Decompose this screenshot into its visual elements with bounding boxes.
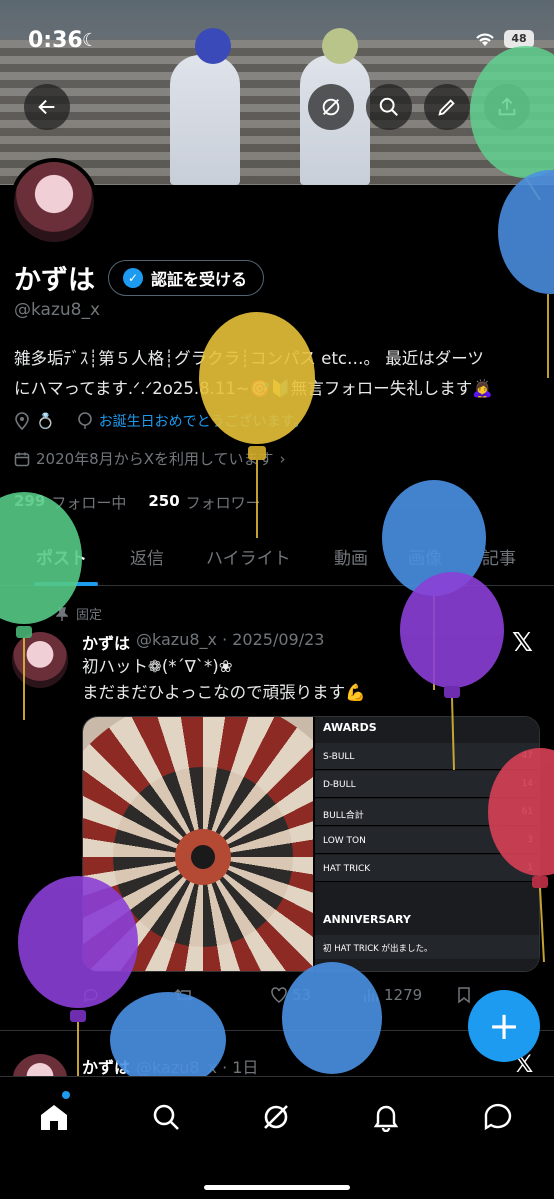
status-bar: 0:36 ☾ 48	[0, 0, 554, 82]
notification-dot	[62, 1091, 70, 1099]
plus-icon: +	[488, 1004, 520, 1048]
battery-indicator: 48	[504, 30, 534, 48]
tab-articles[interactable]: 記事	[482, 544, 516, 569]
bell-icon	[373, 1105, 399, 1132]
followers-count[interactable]: 250	[148, 492, 179, 513]
profile-tabs: ポスト 返信 ハイライト 動画 画像 記事	[0, 530, 554, 586]
location-pin-icon	[15, 412, 29, 430]
reply-button[interactable]	[82, 986, 100, 1004]
post-avatar[interactable]	[12, 632, 68, 688]
dartboard-photo	[83, 717, 313, 971]
profile-meta-location: 💍 お誕生日おめでとうございます。	[14, 411, 307, 431]
active-tab-indicator	[34, 582, 98, 586]
tab-highlights[interactable]: ハイライト	[206, 544, 291, 569]
profile-handle: @kazu8_x	[14, 300, 101, 320]
bookmark-button[interactable]	[456, 986, 472, 1004]
follow-counts: 299 フォロー中 250 フォロワー	[14, 492, 261, 513]
share-icon	[498, 97, 516, 116]
post-header: かずは @kazu8_x · 1日	[82, 1054, 258, 1078]
post-line-1: 初ハット❁(*´∇`*)❀	[82, 657, 233, 676]
nav-home[interactable]	[34, 1097, 74, 1137]
location-text: 💍	[36, 412, 55, 430]
tab-images[interactable]: 画像	[408, 544, 442, 569]
pinned-label: 固定	[56, 604, 102, 623]
status-time: 0:36	[28, 28, 83, 53]
chevron-right-icon: ›	[279, 449, 286, 468]
chat-bubble-icon	[484, 1103, 512, 1131]
pinned-text: 固定	[76, 608, 103, 623]
balloon-blue-bottom-center	[282, 962, 382, 1074]
views-icon	[364, 989, 378, 1002]
tab-posts[interactable]: ポスト	[36, 544, 87, 569]
post-handle-date: @kazu8_x · 2025/09/23	[136, 630, 325, 649]
grok-button[interactable]	[308, 84, 354, 130]
post-media[interactable]: AWARDS S-BULL 47 D-BULL 14 BULL合計 61 LOW TO…	[82, 716, 540, 972]
bio-line-2: にハマってます.ᐟ.ᐟ2o25.8.11~🎯🔰無言フォロー失礼します🙇‍♀️	[14, 379, 493, 398]
post-header: かずは @kazu8_x · 2025/09/23	[82, 630, 324, 654]
stat-row: LOW TON 3	[315, 827, 539, 854]
edit-button[interactable]	[424, 84, 470, 130]
awards-title: AWARDS	[323, 721, 377, 734]
stat-row: BULL合計 61	[315, 799, 539, 826]
followers-label[interactable]: フォロワー	[186, 492, 261, 513]
post-author-name[interactable]: かずは	[82, 1054, 130, 1078]
home-indicator	[204, 1185, 350, 1190]
back-button[interactable]	[24, 84, 70, 130]
wifi-icon	[476, 33, 494, 46]
pin-icon	[56, 606, 68, 621]
following-label[interactable]: フォロー中	[51, 492, 126, 513]
home-icon	[41, 1105, 67, 1130]
verified-badge-icon: ✓	[123, 268, 143, 288]
nav-notifications[interactable]	[366, 1097, 406, 1137]
views-button[interactable]: 1279	[362, 986, 422, 1004]
reply-icon	[84, 988, 98, 1003]
bottom-navigation	[0, 1076, 554, 1199]
profile-avatar[interactable]	[10, 158, 98, 246]
stat-row: D-BULL 14	[315, 771, 539, 798]
birthday-link[interactable]: お誕生日おめでとうございます。	[99, 411, 308, 431]
post-handle-date: @kazu8_x · 1日	[136, 1058, 259, 1077]
stat-row: HAT TRICK 1	[315, 855, 539, 882]
calendar-icon	[14, 452, 30, 466]
x-logo-icon: 𝕏	[512, 628, 533, 658]
bio-line-1: 雑多垢ﾃﾞｽ┊第５人格┊グラクラ┊コンパス etc…。 最近はダーツ	[14, 349, 484, 368]
joined-text: 2020年8月からXを利用しています	[36, 450, 274, 468]
following-count[interactable]: 299	[14, 492, 45, 513]
share-button[interactable]	[484, 84, 530, 130]
grok-icon	[322, 98, 340, 116]
profile-bio: 雑多垢ﾃﾞｽ┊第５人格┊グラクラ┊コンパス etc…。 最近はダーツ にハマって…	[14, 344, 544, 404]
nav-grok[interactable]	[256, 1097, 296, 1137]
anniversary-row: 初 HAT TRICK が出ました。	[315, 935, 539, 959]
arrow-left-icon	[38, 99, 55, 115]
profile-meta-joined[interactable]: 2020年8月からXを利用しています ›	[14, 448, 286, 469]
stat-row: S-BULL 47	[315, 743, 539, 770]
post-line-2: まだまだひよっこなので頑張ります💪	[82, 683, 366, 702]
views-count: 1279	[384, 986, 423, 1004]
pencil-icon	[438, 99, 455, 116]
repost-icon	[174, 988, 194, 1002]
profile-name: かずは	[14, 265, 95, 296]
nav-search[interactable]	[146, 1097, 186, 1137]
awards-panel: AWARDS S-BULL 47 D-BULL 14 BULL合計 61 LOW TO…	[315, 717, 539, 971]
get-verified-button[interactable]: ✓ 認証を受ける	[108, 260, 265, 296]
post-text: 初ハット❁(*´∇`*)❀ まだまだひよっこなので頑張ります💪	[82, 654, 366, 706]
tab-replies[interactable]: 返信	[130, 544, 164, 569]
post-author-name[interactable]: かずは	[82, 630, 130, 654]
heart-icon	[271, 987, 287, 1003]
grok-icon	[264, 1105, 288, 1129]
search-icon	[379, 97, 398, 116]
compose-post-button[interactable]: +	[468, 990, 540, 1062]
like-count: 53	[292, 986, 312, 1004]
tab-videos[interactable]: 動画	[334, 544, 368, 569]
like-button[interactable]: 53	[270, 986, 311, 1004]
get-verified-label: 認証を受ける	[151, 270, 248, 289]
anniversary-title: ANNIVERSARY	[323, 913, 411, 926]
repost-button[interactable]	[174, 986, 194, 1004]
balloon-icon	[77, 412, 92, 429]
search-icon	[153, 1104, 179, 1130]
moon-icon: ☾	[82, 30, 99, 51]
search-button[interactable]	[366, 84, 412, 130]
nav-messages[interactable]	[478, 1097, 518, 1137]
bookmark-icon	[458, 987, 470, 1004]
